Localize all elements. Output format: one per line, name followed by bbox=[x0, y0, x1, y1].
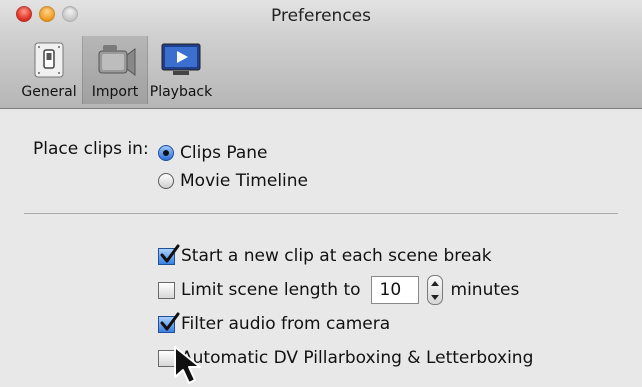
tab-playback[interactable]: Playback bbox=[148, 36, 214, 104]
radio-clips-pane-label: Clips Pane bbox=[180, 143, 268, 163]
option-new-clip-scene-break[interactable]: Start a new clip at each scene break bbox=[158, 239, 533, 273]
tab-import-label: Import bbox=[91, 84, 139, 100]
scene-length-stepper[interactable] bbox=[426, 275, 443, 305]
radio-button[interactable] bbox=[158, 173, 174, 189]
radio-clips-pane[interactable]: Clips Pane bbox=[158, 139, 308, 167]
tab-playback-label: Playback bbox=[149, 84, 213, 100]
checkmark-icon bbox=[160, 312, 180, 330]
option-filter-audio[interactable]: Filter audio from camera bbox=[158, 307, 533, 341]
checkbox-checked[interactable] bbox=[158, 244, 180, 265]
checkmark-icon bbox=[160, 244, 180, 262]
import-panel: Place clips in: Clips Pane Movie Timelin… bbox=[0, 109, 642, 387]
screen-play-icon bbox=[159, 40, 203, 80]
scene-length-field[interactable]: 10 bbox=[370, 276, 419, 304]
option-filter-audio-label: Filter audio from camera bbox=[181, 314, 391, 334]
preferences-toolbar: General Import Playback bbox=[16, 36, 214, 104]
scene-length-unit: minutes bbox=[450, 280, 520, 300]
checkbox-checked[interactable] bbox=[158, 312, 180, 333]
stepper-up-icon[interactable] bbox=[430, 280, 439, 286]
place-clips-label: Place clips in: bbox=[33, 139, 149, 159]
import-options: Start a new clip at each scene break Lim… bbox=[158, 239, 533, 375]
window-title: Preferences bbox=[271, 6, 371, 26]
option-dv-pillarboxing-label: Automatic DV Pillarboxing & Letterboxing bbox=[181, 348, 534, 368]
place-clips-radio-group: Clips Pane Movie Timeline bbox=[158, 139, 308, 195]
checkbox-unchecked[interactable] bbox=[158, 281, 175, 299]
radio-button-selected[interactable] bbox=[158, 145, 174, 161]
video-camera-icon bbox=[93, 40, 137, 80]
switch-icon bbox=[27, 40, 71, 80]
preferences-window: Preferences General Import Playback Plac… bbox=[0, 0, 642, 387]
radio-movie-timeline-label: Movie Timeline bbox=[180, 171, 308, 191]
tab-import[interactable]: Import bbox=[82, 36, 148, 104]
tab-general-label: General bbox=[21, 84, 77, 100]
option-new-clip-label: Start a new clip at each scene break bbox=[181, 246, 492, 266]
option-dv-pillarboxing[interactable]: Automatic DV Pillarboxing & Letterboxing bbox=[158, 341, 533, 375]
title-bar: Preferences General Import Playback bbox=[0, 0, 642, 109]
section-divider bbox=[24, 213, 618, 214]
tab-general[interactable]: General bbox=[16, 36, 82, 104]
option-limit-scene-length[interactable]: Limit scene length to 10 minutes bbox=[158, 273, 533, 307]
radio-movie-timeline[interactable]: Movie Timeline bbox=[158, 167, 308, 195]
mouse-pointer-icon bbox=[174, 346, 201, 384]
stepper-down-icon[interactable] bbox=[430, 294, 439, 300]
option-limit-scene-length-label: Limit scene length to bbox=[181, 280, 361, 300]
